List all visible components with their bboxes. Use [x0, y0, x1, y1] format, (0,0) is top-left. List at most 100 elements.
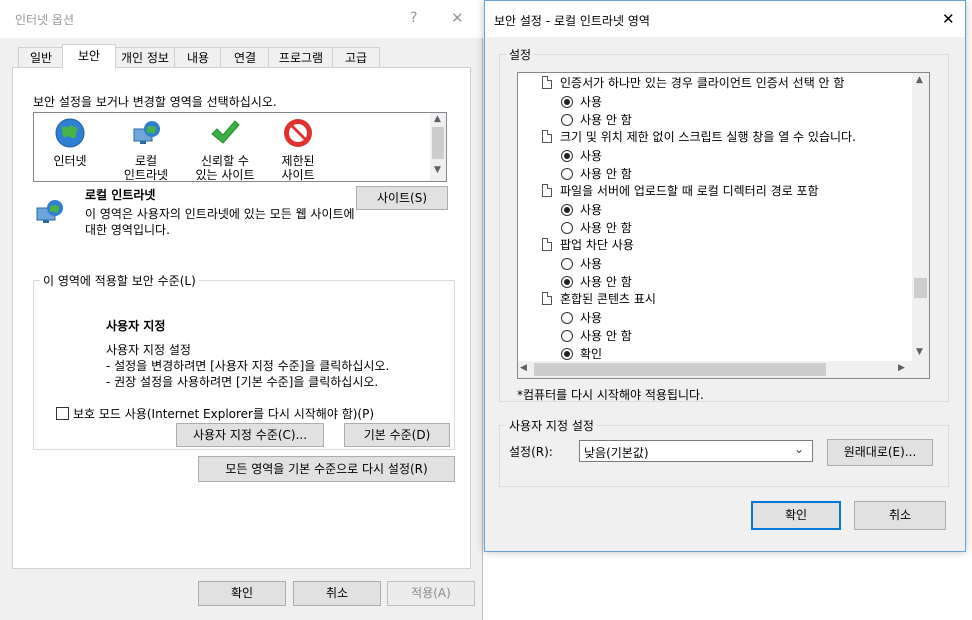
- radio-option[interactable]: [561, 96, 573, 108]
- cancel-button[interactable]: 취소: [854, 501, 946, 530]
- ok-button[interactable]: 확인: [198, 581, 286, 606]
- radio-label: 사용: [580, 95, 603, 109]
- custom-settings-group-title: 사용자 지정 설정: [506, 417, 597, 434]
- tab-advanced[interactable]: 고급: [332, 47, 380, 68]
- setting-doc-icon: [542, 76, 552, 89]
- radio-option[interactable]: [561, 312, 573, 324]
- scroll-down-icon[interactable]: ▼: [916, 347, 923, 357]
- radio-option[interactable]: [561, 348, 573, 360]
- custom-line: 사용자 지정 설정: [106, 343, 191, 357]
- scroll-up-icon[interactable]: ▲: [916, 75, 923, 85]
- radio-label: 사용 안 함: [580, 167, 632, 181]
- scroll-thumb[interactable]: [432, 127, 444, 159]
- zone-label: 신뢰할 수 있는 사이트: [195, 154, 255, 182]
- zone-list-scrollbar[interactable]: ▲ ▼: [430, 113, 446, 181]
- scroll-right-icon[interactable]: ▶: [898, 363, 905, 373]
- settings-group: 설정 인증서가 하나만 있는 경우 클라이언트 인증서 선택 안 함 사용 사용…: [499, 46, 949, 402]
- radio-label: 확인: [580, 347, 603, 361]
- tab-general[interactable]: 일반: [18, 47, 64, 68]
- zone-trusted[interactable]: 신뢰할 수 있는 사이트: [188, 115, 262, 182]
- radio-option[interactable]: [561, 150, 573, 162]
- custom-title: 사용자 지정: [106, 319, 166, 333]
- protected-mode-label: 보호 모드 사용(Internet Explorer를 다시 시작해야 함)(P…: [73, 407, 375, 421]
- internet-options-dialog: 인터넷 옵션 ? ✕ 일반 보안 개인 정보 내용 연결 프로그램 고급 보안 …: [0, 0, 483, 620]
- custom-settings-group: 사용자 지정 설정 설정(R): 낮음(기본값) ⌄ 원래대로(E)...: [499, 417, 949, 487]
- tree-vertical-scrollbar[interactable]: ▲ ▼: [912, 73, 929, 361]
- custom-line: - 설정을 변경하려면 [사용자 지정 수준]을 클릭하십시오.: [106, 359, 390, 373]
- close-icon[interactable]: ✕: [942, 10, 955, 28]
- radio-label: 사용 안 함: [580, 221, 632, 235]
- radio-option[interactable]: [561, 168, 573, 180]
- restart-note: *컴퓨터를 다시 시작해야 적용됩니다.: [517, 388, 704, 402]
- scroll-thumb[interactable]: [534, 363, 826, 376]
- radio-option[interactable]: [561, 276, 573, 288]
- setting-doc-icon: [542, 292, 552, 305]
- selected-zone-title: 로컬 인트라넷: [85, 188, 156, 202]
- settings-group-title: 설정: [506, 46, 535, 63]
- reset-all-zones-button[interactable]: 모든 영역을 기본 수준으로 다시 설정(R): [198, 456, 455, 482]
- dialog-body: 설정 인증서가 하나만 있는 경우 클라이언트 인증서 선택 안 함 사용 사용…: [485, 37, 965, 551]
- zone-label: 제한된 사이트: [281, 154, 315, 182]
- tab-content[interactable]: 내용: [174, 47, 222, 68]
- scroll-up-icon[interactable]: ▲: [434, 114, 441, 124]
- zone-prompt: 보안 설정을 보거나 변경할 영역을 선택하십시오.: [33, 95, 277, 109]
- setting-label: 팝업 차단 사용: [560, 238, 634, 252]
- setting-doc-icon: [542, 130, 552, 143]
- reset-level-value: 낮음(기본값): [584, 446, 649, 460]
- sites-button[interactable]: 사이트(S): [356, 186, 448, 210]
- window-title: 보안 설정 - 로컬 인트라넷 영역: [494, 14, 650, 28]
- chevron-down-icon: ⌄: [794, 442, 805, 456]
- protected-mode-checkbox[interactable]: [56, 407, 69, 420]
- title-bar: 인터넷 옵션 ? ✕: [0, 0, 483, 38]
- tab-programs[interactable]: 프로그램: [268, 47, 334, 68]
- tab-strip: 일반 보안 개인 정보 내용 연결 프로그램 고급: [12, 44, 472, 69]
- window-title: 인터넷 옵션: [15, 13, 75, 27]
- intranet-icon: [36, 200, 63, 223]
- scroll-thumb[interactable]: [914, 278, 927, 298]
- zone-intranet[interactable]: 로컬 인트라넷: [114, 115, 178, 182]
- radio-label: 사용: [580, 257, 603, 271]
- setting-label: 인증서가 하나만 있는 경우 클라이언트 인증서 선택 안 함: [560, 76, 845, 90]
- checkmark-icon: [211, 120, 240, 144]
- apply-button[interactable]: 적용(A): [387, 581, 475, 606]
- reset-to-label: 설정(R):: [509, 445, 553, 459]
- radio-option[interactable]: [561, 258, 573, 270]
- radio-label: 사용: [580, 311, 603, 325]
- restore-button[interactable]: 원래대로(E)...: [827, 439, 933, 466]
- globe-icon: [55, 118, 85, 148]
- tab-security[interactable]: 보안: [62, 44, 116, 69]
- radio-label: 사용 안 함: [580, 275, 632, 289]
- help-icon[interactable]: ?: [410, 10, 417, 26]
- title-bar: 보안 설정 - 로컬 인트라넷 영역 ✕: [485, 1, 965, 37]
- default-level-button[interactable]: 기본 수준(D): [344, 423, 450, 447]
- tab-connections[interactable]: 연결: [220, 47, 270, 68]
- reset-level-select[interactable]: 낮음(기본값) ⌄: [579, 440, 813, 462]
- zone-internet[interactable]: 인터넷: [40, 115, 100, 179]
- radio-label: 사용 안 함: [580, 113, 632, 127]
- setting-label: 혼합된 콘텐츠 표시: [560, 292, 656, 306]
- radio-option[interactable]: [561, 222, 573, 234]
- setting-doc-icon: [542, 184, 552, 197]
- custom-level-button[interactable]: 사용자 지정 수준(C)...: [176, 423, 324, 447]
- tree-horizontal-scrollbar[interactable]: ◀ ▶: [518, 361, 912, 378]
- close-icon[interactable]: ✕: [451, 9, 464, 27]
- radio-option[interactable]: [561, 114, 573, 126]
- zone-restricted[interactable]: 제한된 사이트: [268, 115, 328, 182]
- cancel-button[interactable]: 취소: [293, 581, 381, 606]
- security-settings-dialog: 보안 설정 - 로컬 인트라넷 영역 ✕ 설정 인증서가 하나만 있는 경우 클…: [484, 0, 966, 552]
- setting-label: 파일을 서버에 업로드할 때 로컬 디렉터리 경로 포함: [560, 184, 819, 198]
- tab-privacy[interactable]: 개인 정보: [114, 47, 176, 68]
- intranet-icon: [133, 121, 160, 144]
- radio-option[interactable]: [561, 204, 573, 216]
- radio-option[interactable]: [561, 330, 573, 342]
- scroll-down-icon[interactable]: ▼: [434, 165, 441, 175]
- security-tab-panel: 보안 설정을 보거나 변경할 영역을 선택하십시오. 인터넷 로컬 인트라넷 신…: [12, 67, 471, 569]
- zone-label: 로컬 인트라넷: [123, 154, 169, 182]
- custom-line: - 권장 설정을 사용하려면 [기본 수준]을 클릭하십시오.: [106, 375, 379, 389]
- setting-label: 크기 및 위치 제한 없이 스크립트 실행 창을 열 수 있습니다.: [560, 130, 856, 144]
- scroll-left-icon[interactable]: ◀: [520, 363, 527, 373]
- zone-list[interactable]: 인터넷 로컬 인트라넷 신뢰할 수 있는 사이트 제한된 사이트 ▲ ▼: [33, 112, 447, 182]
- radio-label: 사용: [580, 149, 603, 163]
- ok-button[interactable]: 확인: [751, 501, 841, 530]
- settings-tree[interactable]: 인증서가 하나만 있는 경우 클라이언트 인증서 선택 안 함 사용 사용 안 …: [517, 72, 930, 379]
